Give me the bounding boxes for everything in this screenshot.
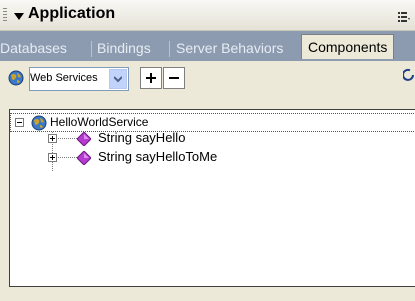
components-tree: HelloWorldService String sayHello String…: [9, 109, 415, 287]
panel-title-bar[interactable]: Application: [0, 0, 415, 31]
add-component-button[interactable]: [140, 67, 162, 89]
tree-item-label[interactable]: String sayHello: [98, 130, 185, 145]
expand-toggle-icon[interactable]: [48, 153, 57, 162]
dropdown-button[interactable]: [109, 69, 127, 89]
globe-icon: [8, 70, 24, 86]
tree-item-label: HelloWorldService: [50, 115, 149, 129]
panel-options-menu-icon[interactable]: [398, 12, 410, 22]
tree-root-row[interactable]: HelloWorldService: [10, 113, 415, 132]
tab-components[interactable]: Components: [301, 34, 395, 59]
collapse-arrow-icon[interactable]: [14, 13, 24, 20]
components-toolbar: Web Services: [0, 62, 415, 98]
remove-component-button[interactable]: [163, 67, 185, 89]
panel-grip-icon[interactable]: [3, 8, 7, 23]
panel-title: Application: [28, 5, 116, 22]
tab-databases[interactable]: Databases: [0, 39, 67, 59]
collapse-toggle-icon[interactable]: [15, 118, 24, 127]
tree-item-label[interactable]: String sayHelloToMe: [98, 149, 217, 164]
component-type-select[interactable]: Web Services: [29, 67, 129, 91]
tab-server-behaviors[interactable]: Server Behaviors: [176, 39, 283, 59]
refresh-icon[interactable]: [403, 68, 415, 82]
globe-icon: [31, 115, 47, 131]
component-type-value: Web Services: [30, 72, 98, 84]
tab-bindings[interactable]: Bindings: [97, 39, 151, 59]
method-icon: [77, 151, 91, 165]
chevron-down-icon: [114, 76, 122, 83]
tab-separator: [91, 41, 92, 57]
tab-separator: [169, 41, 170, 57]
method-icon: [77, 132, 91, 146]
panel-tab-bar: Databases Bindings Server Behaviors Comp…: [0, 31, 415, 62]
expand-toggle-icon[interactable]: [48, 134, 57, 143]
